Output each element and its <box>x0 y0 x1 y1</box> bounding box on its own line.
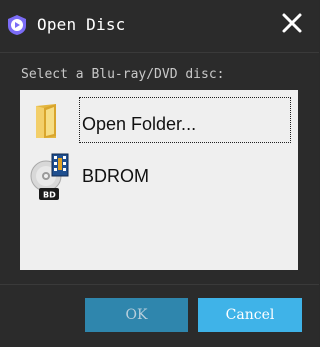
disc-list[interactable]: Open Folder... BDROM BD <box>20 90 298 270</box>
open-folder-label: Open Folder... <box>82 114 197 134</box>
select-disc-prompt: Select a Blu-ray/DVD disc: <box>21 67 225 82</box>
cancel-button[interactable]: Cancel <box>198 298 302 332</box>
svg-text:BD: BD <box>43 191 56 200</box>
bd-disc-icon: BD <box>30 153 69 200</box>
folder-icon <box>36 104 56 138</box>
dialog-title: Open Disc <box>37 15 126 34</box>
app-logo-icon <box>8 15 26 35</box>
footer-divider <box>0 284 319 285</box>
open-disc-dialog: Open Disc Select a Blu-ray/DVD disc: Ope… <box>0 0 319 347</box>
title-divider <box>0 52 319 53</box>
title-bar: Open Disc <box>0 0 319 52</box>
close-icon[interactable] <box>281 12 303 34</box>
bdrom-label: BDROM <box>82 166 149 186</box>
ok-button[interactable]: OK <box>85 298 188 332</box>
list-item-open-folder[interactable]: Open Folder... <box>20 90 298 143</box>
